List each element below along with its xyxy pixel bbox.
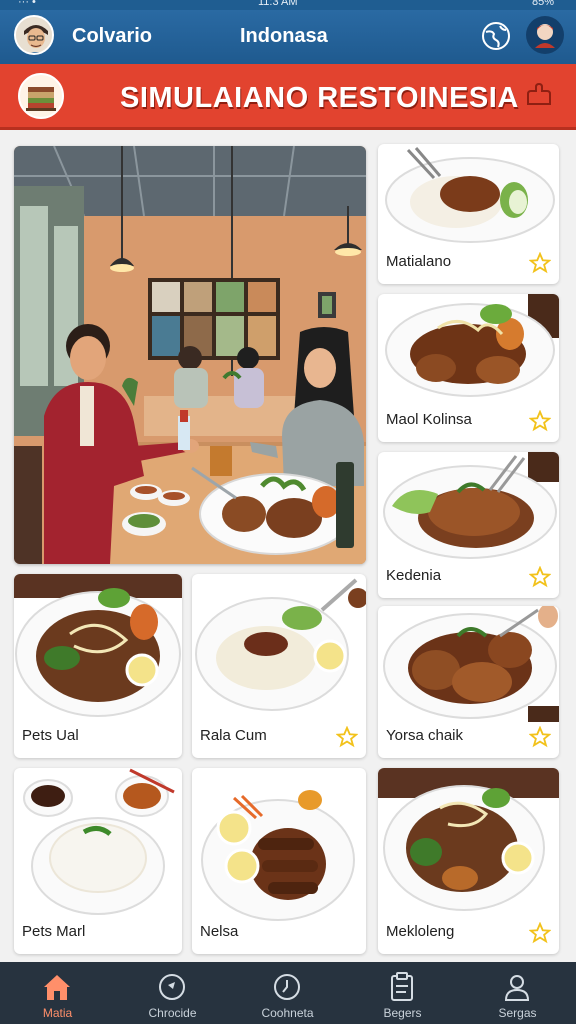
bag-icon[interactable] (522, 78, 556, 112)
dish-name: Rala Cum (200, 727, 267, 744)
nav-label: Begers (383, 1006, 422, 1020)
signal-indicator: ··· • (18, 0, 36, 8)
nav-item-profile[interactable]: Sergas (460, 962, 575, 1024)
nav-item-orders[interactable]: Coohneta (230, 962, 345, 1024)
dish-card-mekloleng[interactable]: Mekloleng (378, 768, 559, 954)
avatar[interactable] (14, 15, 54, 55)
dish-name: Pets Ual (22, 727, 79, 744)
user-name[interactable]: Colvario (72, 25, 152, 48)
dish-name: Maol Kolinsa (386, 411, 472, 428)
user-icon (504, 975, 530, 1001)
dish-card-maol-kolinsa[interactable]: Maol Kolinsa (378, 294, 559, 442)
nav-item-explore[interactable]: Chrocide (115, 962, 230, 1024)
dish-card-kedenia[interactable]: Kedenia (378, 452, 559, 598)
star-icon[interactable] (529, 726, 551, 748)
dish-name: Mekloleng (386, 923, 455, 940)
restaurant-scene-image (14, 146, 366, 564)
profile-icon[interactable] (526, 16, 564, 54)
dish-card-nelsa[interactable]: Nelsa (192, 768, 366, 954)
nav-label: Chrocide (148, 1006, 197, 1020)
star-icon[interactable] (336, 726, 358, 748)
clipboard-icon (391, 972, 413, 1001)
nav-item-bag[interactable]: Begers (345, 962, 460, 1024)
dish-card-pets-marl[interactable]: Pets Marl (14, 768, 182, 954)
dish-name: Kedenia (386, 567, 442, 584)
dish-card-pets-ual[interactable]: Pets Ual (14, 574, 182, 758)
home-icon (44, 975, 70, 1000)
clock-icon (274, 974, 300, 1000)
battery-level: 85% (531, 0, 554, 8)
star-icon[interactable] (529, 566, 551, 588)
dish-card-yorsa-chaik[interactable]: Yorsa chaik (378, 606, 559, 758)
star-icon[interactable] (529, 252, 551, 274)
globe-icon[interactable] (480, 20, 512, 52)
top-header: Colvario Indonasa (0, 10, 576, 64)
dish-name: Yorsa chaik (386, 727, 463, 744)
nav-label: Matia (42, 1006, 73, 1020)
dish-name: Nelsa (200, 923, 239, 940)
nav-item-home[interactable]: Matia (0, 962, 115, 1024)
page-title: Indonasa (240, 25, 328, 47)
restaurant-banner: SIMULAIANO RESTOINESIA (0, 64, 576, 130)
nav-label: Coohneta (261, 1006, 314, 1020)
restaurant-logo (18, 73, 64, 119)
dish-card-rala-cum[interactable]: Rala Cum (192, 574, 366, 758)
restaurant-title: SIMULAIANO RESTOINESIA (120, 82, 519, 114)
status-time: 11:3 AM (258, 0, 298, 8)
dish-name: Matialano (386, 253, 452, 270)
dish-card-matialano[interactable]: Matialano (378, 144, 559, 284)
dish-name: Pets Marl (22, 923, 86, 940)
star-icon[interactable] (529, 410, 551, 432)
nav-label: Sergas (498, 1006, 537, 1020)
compass-icon (159, 974, 185, 1000)
star-icon[interactable] (529, 922, 551, 944)
status-bar: ··· • 11:3 AM 85% (0, 0, 576, 10)
bottom-nav: Matia Chrocide Coohneta Begers Sergas (0, 962, 576, 1024)
